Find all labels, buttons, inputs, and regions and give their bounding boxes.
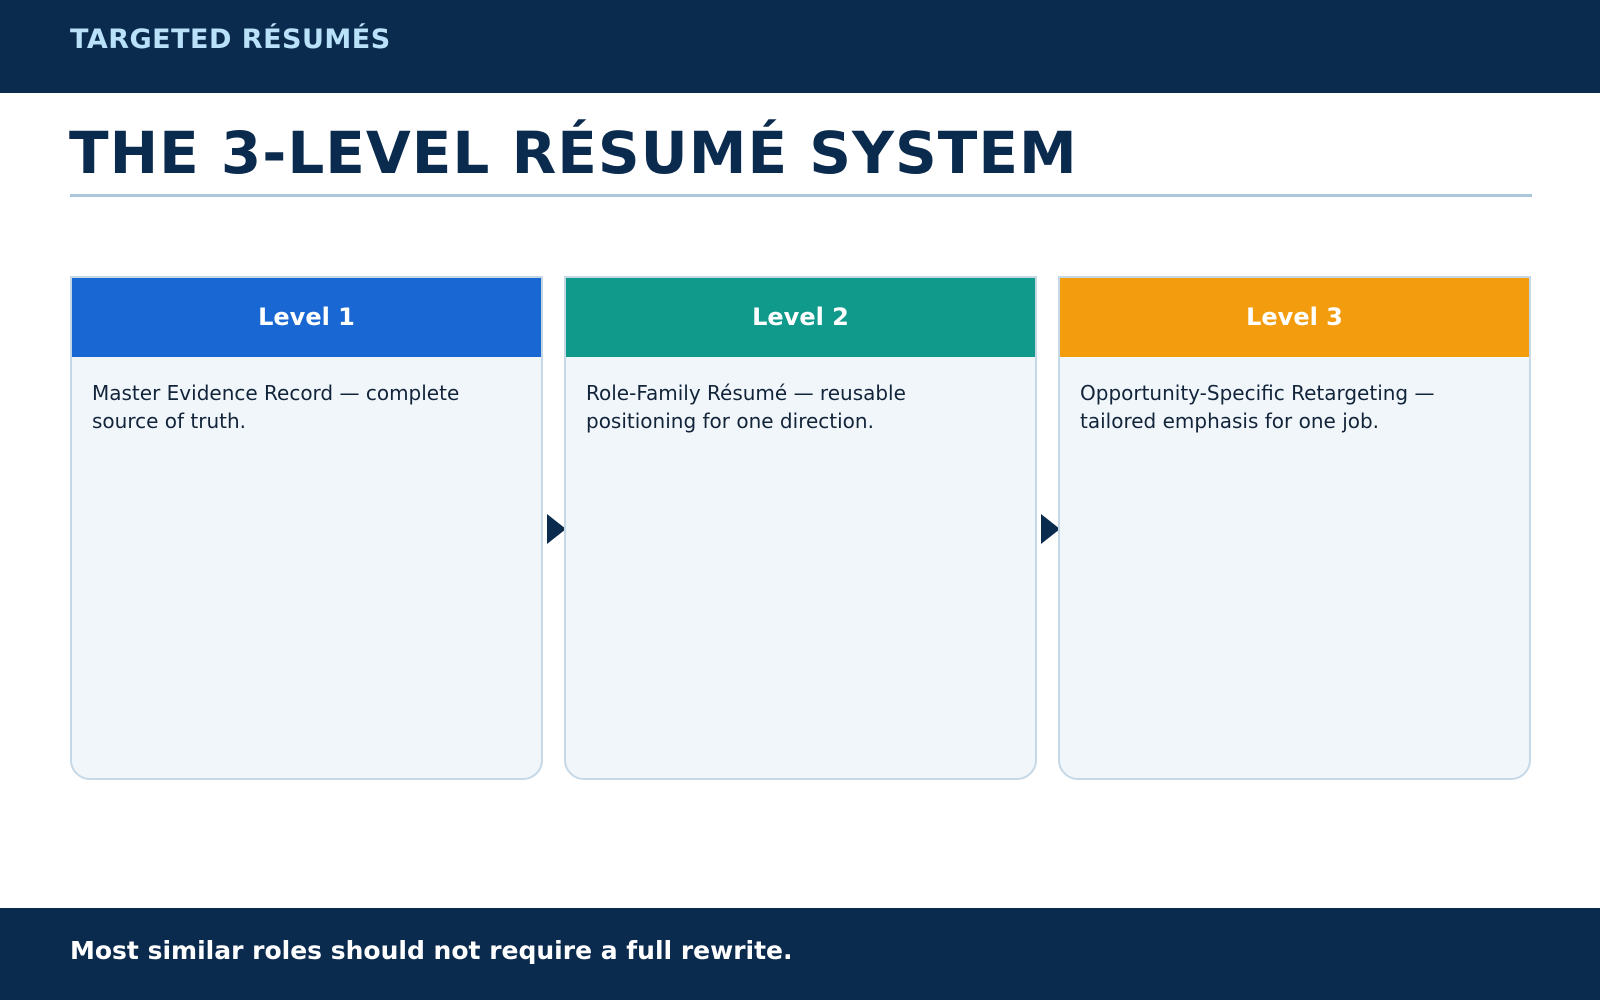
level-2-header: Level 2 [566,278,1035,357]
bottom-bar: Most similar roles should not require a … [0,908,1600,1000]
level-3-header: Level 3 [1060,278,1529,357]
page-title: THE 3-LEVEL RÉSUMÉ SYSTEM [69,119,1078,187]
level-2-card: Level 2 Role-Family Résumé — reusable po… [564,276,1037,780]
title-divider [70,194,1532,197]
takeaway-text: Most similar roles should not require a … [70,936,793,965]
top-bar: TARGETED RÉSUMÉS [0,0,1600,93]
level-3-card: Level 3 Opportunity-Specific Retargeting… [1058,276,1531,780]
level-1-card: Level 1 Master Evidence Record — complet… [70,276,543,780]
level-1-description: Master Evidence Record — complete source… [92,381,460,433]
brand-label: TARGETED RÉSUMÉS [70,24,391,55]
level-3-description: Opportunity-Specific Retargeting — tailo… [1080,381,1435,433]
level-2-description: Role-Family Résumé — reusable positionin… [586,381,906,433]
level-1-header: Level 1 [72,278,541,357]
